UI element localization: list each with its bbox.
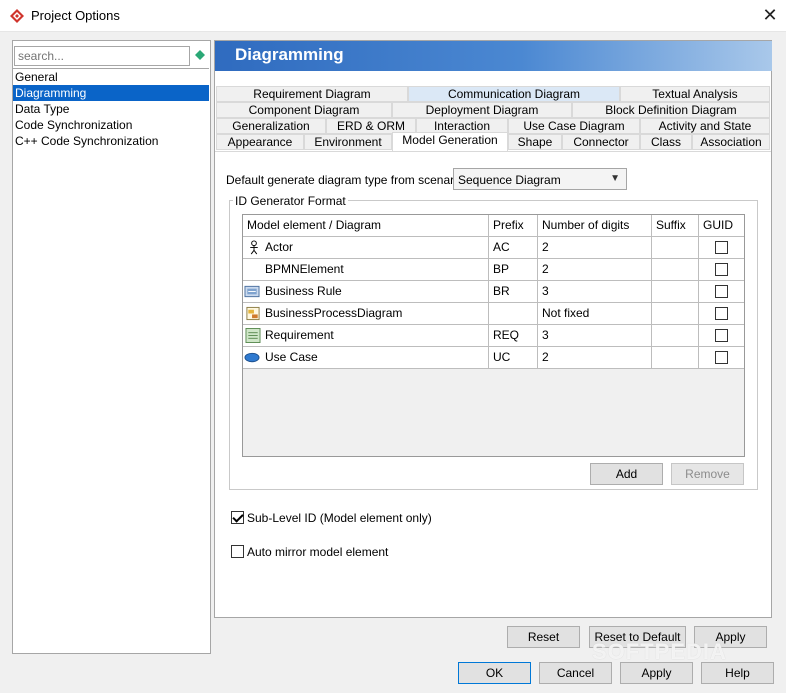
tab-shape[interactable]: Shape: [508, 134, 562, 150]
id-format-table: Model element / Diagram Prefix Number of…: [242, 214, 745, 457]
prefix-value[interactable]: BR: [489, 281, 538, 302]
category-tree: General Diagramming Data Type Code Synch…: [13, 68, 209, 653]
table-header-row: Model element / Diagram Prefix Number of…: [243, 215, 744, 237]
id-generator-title: ID Generator Format: [233, 194, 348, 208]
prefix-value[interactable]: [489, 303, 538, 324]
digits-value[interactable]: Not fixed: [538, 303, 652, 324]
sidebar-item-general[interactable]: General: [13, 69, 209, 85]
sublevel-id-label: Sub-Level ID (Model element only): [247, 511, 432, 525]
scenario-dropdown-value: Sequence Diagram: [458, 173, 561, 187]
digits-value[interactable]: 3: [538, 325, 652, 346]
guid-checkbox[interactable]: [715, 241, 728, 254]
ok-button[interactable]: OK: [458, 662, 531, 684]
tab-association[interactable]: Association: [692, 134, 770, 150]
table-row[interactable]: Use Case UC 2: [243, 347, 744, 369]
prefix-value[interactable]: UC: [489, 347, 538, 368]
table-row[interactable]: Requirement REQ 3: [243, 325, 744, 347]
auto-mirror-checkbox[interactable]: [231, 545, 244, 558]
section-heading: Diagramming: [235, 45, 344, 64]
table-row[interactable]: Actor AC 2: [243, 237, 744, 259]
search-gem-icon[interactable]: [195, 50, 205, 60]
digits-value[interactable]: 2: [538, 237, 652, 258]
suffix-value[interactable]: [652, 259, 699, 280]
guid-checkbox[interactable]: [715, 263, 728, 276]
add-button[interactable]: Add: [590, 463, 663, 485]
column-header-element[interactable]: Model element / Diagram: [243, 215, 489, 236]
apply-button[interactable]: Apply: [620, 662, 693, 684]
guid-checkbox[interactable]: [715, 307, 728, 320]
help-button[interactable]: Help: [701, 662, 774, 684]
digits-value[interactable]: 2: [538, 347, 652, 368]
sidebar-item-cpp-code-synchronization[interactable]: C++ Code Synchronization: [13, 133, 209, 149]
tab-textual-analysis[interactable]: Textual Analysis: [620, 86, 770, 102]
tab-use-case-diagram[interactable]: Use Case Diagram: [508, 118, 640, 134]
guid-checkbox[interactable]: [715, 285, 728, 298]
column-header-digits[interactable]: Number of digits: [538, 215, 652, 236]
element-name: BusinessProcessDiagram: [243, 303, 489, 324]
table-row[interactable]: BusinessProcessDiagram Not fixed: [243, 303, 744, 325]
close-window-button[interactable]: ✕: [757, 3, 783, 27]
suffix-value[interactable]: [652, 237, 699, 258]
column-header-prefix[interactable]: Prefix: [489, 215, 538, 236]
section-banner: Diagramming: [215, 41, 772, 71]
tab-block-definition-diagram[interactable]: Block Definition Diagram: [572, 102, 770, 118]
tab-appearance[interactable]: Appearance: [216, 134, 304, 150]
suffix-value[interactable]: [652, 303, 699, 324]
element-name: Business Rule: [243, 281, 489, 302]
search-input[interactable]: [14, 46, 190, 66]
column-header-suffix[interactable]: Suffix: [652, 215, 699, 236]
cancel-button[interactable]: Cancel: [539, 662, 612, 684]
prefix-value[interactable]: BP: [489, 259, 538, 280]
guid-checkbox[interactable]: [715, 329, 728, 342]
scenario-label: Default generate diagram type from scena…: [226, 173, 471, 187]
tab-component-diagram[interactable]: Component Diagram: [216, 102, 392, 118]
chevron-down-icon: ▼: [610, 173, 620, 184]
element-name: Use Case: [243, 347, 489, 368]
tab-requirement-diagram[interactable]: Requirement Diagram: [216, 86, 408, 102]
tab-environment[interactable]: Environment: [304, 134, 392, 150]
tab-model-generation[interactable]: Model Generation: [392, 132, 508, 152]
tab-communication-diagram[interactable]: Communication Diagram: [408, 86, 620, 102]
remove-button[interactable]: Remove: [671, 463, 744, 485]
suffix-value[interactable]: [652, 325, 699, 346]
tab-activity-and-state[interactable]: Activity and State: [640, 118, 770, 134]
sidebar-item-data-type[interactable]: Data Type: [13, 101, 209, 117]
sidebar-item-code-synchronization[interactable]: Code Synchronization: [13, 117, 209, 133]
prefix-value[interactable]: AC: [489, 237, 538, 258]
element-name: Requirement: [243, 325, 489, 346]
title-bar: Project Options ✕: [0, 0, 786, 32]
window-title: Project Options: [31, 8, 120, 23]
digits-value[interactable]: 2: [538, 259, 652, 280]
scenario-diagram-type-dropdown[interactable]: Sequence Diagram ▼: [453, 168, 627, 190]
prefix-value[interactable]: REQ: [489, 325, 538, 346]
digits-value[interactable]: 3: [538, 281, 652, 302]
element-name: Actor: [243, 237, 489, 258]
auto-mirror-label: Auto mirror model element: [247, 545, 389, 559]
table-row[interactable]: BPMNElement BP 2: [243, 259, 744, 281]
tab-connector[interactable]: Connector: [562, 134, 640, 150]
softpedia-watermark: SOFTPEDIA: [592, 639, 727, 664]
table-row[interactable]: Business Rule BR 3: [243, 281, 744, 303]
guid-checkbox[interactable]: [715, 351, 728, 364]
tab-class[interactable]: Class: [640, 134, 692, 150]
close-icon: ✕: [762, 5, 778, 25]
suffix-value[interactable]: [652, 281, 699, 302]
column-header-guid[interactable]: GUID: [699, 215, 744, 236]
suffix-value[interactable]: [652, 347, 699, 368]
tab-deployment-diagram[interactable]: Deployment Diagram: [392, 102, 572, 118]
sublevel-id-checkbox[interactable]: [231, 511, 244, 524]
tab-generalization[interactable]: Generalization: [216, 118, 326, 134]
reset-button[interactable]: Reset: [507, 626, 580, 648]
sidebar-item-diagramming[interactable]: Diagramming: [13, 85, 209, 101]
element-name: BPMNElement: [243, 259, 489, 280]
app-logo-icon: [10, 9, 24, 23]
